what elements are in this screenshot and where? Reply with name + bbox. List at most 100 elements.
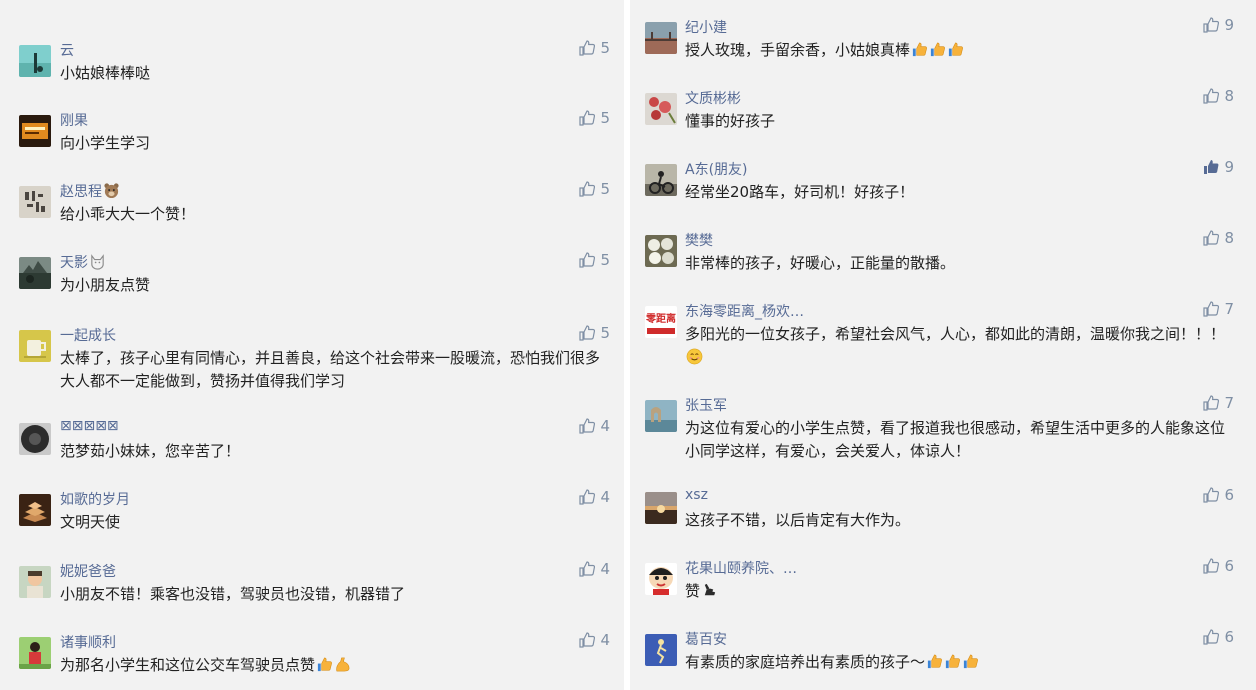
like-button[interactable]: 5 xyxy=(579,39,610,57)
avatar[interactable] xyxy=(19,186,51,218)
avatar[interactable] xyxy=(645,93,677,125)
like-button[interactable]: 9 xyxy=(1203,158,1234,176)
comment-text: 为小朋友点赞 xyxy=(60,274,610,297)
commenter-name[interactable]: 纪小建 xyxy=(685,17,727,37)
comment-text: 多阳光的一位女孩子，希望社会风气，人心，都如此的清朗，温暖你我之间！！！ xyxy=(685,323,1231,369)
like-count: 5 xyxy=(600,39,610,57)
commenter-name-text[interactable]: 纪小建 xyxy=(685,20,727,36)
thumbs-up-emoji-icon xyxy=(912,42,927,57)
comment-text: 经常坐20路车，好司机！好孩子！ xyxy=(685,181,1231,204)
like-icon xyxy=(579,561,596,577)
commenter-name[interactable]: 刚果 xyxy=(60,110,88,130)
like-icon-filled xyxy=(1204,160,1219,174)
commenter-name[interactable]: 文质彬彬 xyxy=(685,88,741,108)
avatar[interactable] xyxy=(645,400,677,432)
like-button[interactable]: 4 xyxy=(579,631,610,649)
commenter-name[interactable]: A东(朋友) xyxy=(685,159,748,179)
commenter-name-text[interactable]: 云 xyxy=(60,43,74,59)
commenter-name[interactable]: xsz xyxy=(685,487,708,503)
commenter-name[interactable]: 樊樊 xyxy=(685,230,713,250)
commenter-name[interactable]: 妮妮爸爸 xyxy=(60,561,116,581)
commenter-name-text[interactable]: 樊樊 xyxy=(685,233,713,249)
like-button[interactable]: 8 xyxy=(1203,229,1234,247)
commenter-name[interactable]: 云 xyxy=(60,40,74,60)
like-icon xyxy=(1203,558,1220,574)
avatar[interactable] xyxy=(645,492,677,524)
like-button[interactable]: 5 xyxy=(579,251,610,269)
commenter-name[interactable]: 花果山颐养院、… xyxy=(685,558,797,578)
like-button[interactable]: 5 xyxy=(579,324,610,342)
commenter-name-text[interactable]: 妮妮爸爸 xyxy=(60,564,116,580)
like-count: 8 xyxy=(1224,229,1234,247)
commenter-name-text[interactable]: 如歌的岁月 xyxy=(60,492,130,508)
commenter-name[interactable]: 诸事顺利 xyxy=(60,632,116,652)
commenter-name-text[interactable]: 葛百安 xyxy=(685,632,727,648)
commenter-name-text[interactable]: 诸事顺利 xyxy=(60,635,116,651)
commenter-name[interactable]: ⊠⊠⊠⊠⊠ xyxy=(60,418,119,434)
avatar[interactable] xyxy=(19,637,51,669)
like-button[interactable]: 4 xyxy=(579,488,610,506)
commenter-name-text[interactable]: 天影 xyxy=(60,255,88,271)
like-button[interactable]: 6 xyxy=(1203,628,1234,646)
avatar[interactable]: 零距离 xyxy=(645,306,677,338)
like-button[interactable]: 4 xyxy=(579,560,610,578)
comment-text: 向小学生学习 xyxy=(60,132,610,155)
avatar[interactable] xyxy=(19,494,51,526)
comment-body: 文明天使 xyxy=(60,513,121,531)
like-button[interactable]: 6 xyxy=(1203,557,1234,575)
avatar[interactable] xyxy=(645,563,677,595)
avatar[interactable] xyxy=(645,164,677,196)
commenter-name[interactable]: 一起成长 xyxy=(60,325,116,345)
avatar[interactable] xyxy=(19,423,51,455)
commenter-name-text[interactable]: 文质彬彬 xyxy=(685,91,741,107)
avatar[interactable] xyxy=(19,115,51,147)
like-button[interactable]: 4 xyxy=(579,417,610,435)
commenter-name-text[interactable]: 张玉军 xyxy=(685,398,727,414)
commenter-name-text[interactable]: A东(朋友) xyxy=(685,162,748,178)
like-button[interactable]: 9 xyxy=(1203,16,1234,34)
avatar[interactable] xyxy=(19,566,51,598)
like-button[interactable]: 7 xyxy=(1203,300,1234,318)
like-button[interactable]: 5 xyxy=(579,180,610,198)
avatar[interactable] xyxy=(19,45,51,77)
like-count: 5 xyxy=(600,180,610,198)
commenter-name-text[interactable]: 东海零距离_杨欢… xyxy=(685,304,804,320)
commenter-name-text[interactable]: 赵思程 xyxy=(60,184,102,200)
like-button[interactable]: 5 xyxy=(579,109,610,127)
avatar[interactable] xyxy=(645,235,677,267)
comment-text: 非常棒的孩子，好暖心，正能量的散播。 xyxy=(685,252,1231,275)
commenter-name[interactable]: 东海零距离_杨欢… xyxy=(685,301,804,321)
commenter-name-text[interactable]: 花果山颐养院、… xyxy=(685,561,797,577)
commenter-name[interactable]: 赵思程 xyxy=(60,181,120,201)
commenter-name-text[interactable]: ⊠⊠⊠⊠⊠ xyxy=(60,418,119,434)
comment-text: 文明天使 xyxy=(60,511,610,534)
comment-text: 授人玫瑰，手留余香，小姑娘真棒 xyxy=(685,39,1231,62)
commenter-name-text[interactable]: xsz xyxy=(685,487,708,503)
comment-body: 太棒了，孩子心里有同情心，并且善良，给这个社会带来一股暖流，恐怕我们很多大人都不… xyxy=(60,349,601,390)
like-icon xyxy=(1203,17,1220,33)
comment-text: 懂事的好孩子 xyxy=(685,110,1231,133)
avatar[interactable] xyxy=(645,634,677,666)
comment-list-right: 纪小建授人玫瑰，手留余香，小姑娘真棒 9 文质彬彬懂事的好孩子 8 A东(朋友) 经常坐2… xyxy=(630,0,1256,690)
avatar[interactable] xyxy=(19,330,51,362)
like-button[interactable]: 6 xyxy=(1203,486,1234,504)
commenter-name[interactable]: 张玉军 xyxy=(685,395,727,415)
commenter-name[interactable]: 如歌的岁月 xyxy=(60,489,130,509)
like-count: 5 xyxy=(600,109,610,127)
like-button[interactable]: 7 xyxy=(1203,394,1234,412)
commenter-name-text[interactable]: 刚果 xyxy=(60,113,88,129)
comment-body: 小姑娘棒棒哒 xyxy=(60,64,151,82)
commenter-name-text[interactable]: 一起成长 xyxy=(60,328,116,344)
comment-list-left: 云小姑娘棒棒哒 5 刚果 向小学生学习 5 赵思程 给小乖大大一个赞！ 5 天影 为小朋友点赞 5 一… xyxy=(0,0,624,690)
thumbs-up-emoji-icon xyxy=(317,657,332,672)
comment-body: 懂事的好孩子 xyxy=(685,112,776,130)
commenter-name[interactable]: 天影 xyxy=(60,252,106,272)
avatar[interactable] xyxy=(645,22,677,54)
like-button[interactable]: 8 xyxy=(1203,87,1234,105)
comment-body: 非常棒的孩子，好暖心，正能量的散播。 xyxy=(685,254,956,272)
like-icon xyxy=(1203,395,1220,411)
commenter-name[interactable]: 葛百安 xyxy=(685,629,727,649)
like-icon xyxy=(579,110,596,126)
avatar[interactable] xyxy=(19,257,51,289)
thumbs-up-emoji-icon xyxy=(927,654,942,669)
